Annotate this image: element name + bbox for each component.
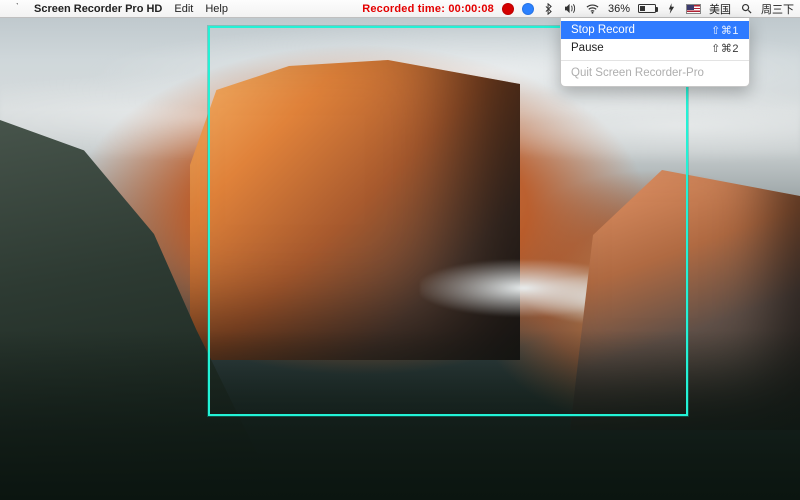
app-menu[interactable]: Screen Recorder Pro HD — [34, 3, 162, 15]
record-red-icon[interactable] — [502, 3, 514, 15]
menu-item-stop-record[interactable]: Stop Record ⇧⌘1 — [561, 21, 749, 39]
spotlight-icon[interactable] — [739, 2, 753, 16]
recorder-menu-dropdown: Stop Record ⇧⌘1 Pause ⇧⌘2 Quit Screen Re… — [560, 18, 750, 87]
battery-icon[interactable] — [638, 4, 656, 13]
apple-icon[interactable] — [8, 2, 22, 16]
menu-item-label: Quit Screen Recorder-Pro — [571, 67, 739, 79]
menubar-left: Screen Recorder Pro HD Edit Help — [8, 2, 228, 16]
menu-item-shortcut: ⇧⌘1 — [711, 24, 739, 37]
volume-icon[interactable] — [564, 2, 578, 16]
menu-item-label: Pause — [571, 42, 711, 54]
recorded-time-label: Recorded time: 00:00:08 — [362, 3, 494, 15]
wifi-icon[interactable] — [586, 2, 600, 16]
us-flag-icon[interactable] — [686, 4, 701, 14]
menu-separator — [561, 60, 749, 61]
menu-item-label: Stop Record — [571, 24, 711, 36]
desktop: Screen Recorder Pro HD Edit Help Recorde… — [0, 0, 800, 500]
menubar: Screen Recorder Pro HD Edit Help Recorde… — [0, 0, 800, 18]
record-blue-icon[interactable] — [522, 3, 534, 15]
wallpaper-valley-shadow — [0, 330, 800, 500]
charging-icon — [664, 2, 678, 16]
bluetooth-icon[interactable] — [542, 2, 556, 16]
menu-item-quit: Quit Screen Recorder-Pro — [561, 64, 749, 82]
menubar-right: Recorded time: 00:00:08 36% 美国 — [362, 1, 794, 17]
menu-help[interactable]: Help — [205, 3, 228, 15]
battery-percent: 36% — [608, 3, 630, 15]
menu-item-shortcut: ⇧⌘2 — [711, 42, 739, 55]
input-source-label[interactable]: 美国 — [709, 1, 731, 17]
menubar-date[interactable]: 周三下 — [761, 1, 794, 17]
menu-item-pause[interactable]: Pause ⇧⌘2 — [561, 39, 749, 57]
menu-edit[interactable]: Edit — [174, 3, 193, 15]
